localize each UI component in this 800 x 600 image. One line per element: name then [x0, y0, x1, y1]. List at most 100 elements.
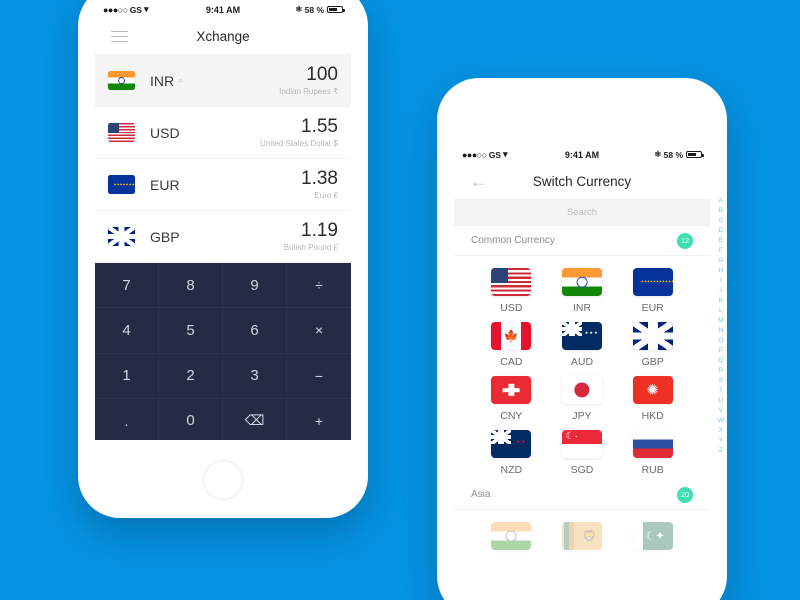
section-title: Asia [471, 489, 491, 500]
currency-option-label: USD [500, 302, 523, 314]
currency-option-cad[interactable]: CAD [476, 322, 547, 368]
currency-row-gbp[interactable]: GBP 1.19 British Pound £ [95, 211, 351, 263]
keypad-key-÷[interactable]: ÷ [287, 263, 351, 309]
alpha-index-E[interactable]: E [719, 236, 723, 246]
location-pin-icon: ⌕ [178, 75, 184, 85]
currency-rate-list: INR ⌕ 100 Indian Rupees ₹ USD 1.55 United Stat… [95, 55, 351, 263]
alpha-index-A[interactable]: A [719, 196, 723, 206]
alpha-index-D[interactable]: D [719, 226, 724, 236]
flag-us-icon [491, 268, 532, 296]
alpha-index-Y[interactable]: Y [719, 436, 723, 446]
flag-ca-icon [491, 322, 532, 350]
keypad-key-5[interactable]: 5 [159, 308, 223, 354]
search-input[interactable]: Search [454, 200, 710, 226]
keypad-key-7[interactable]: 7 [95, 263, 159, 309]
currency-option-eur[interactable]: EUR [617, 268, 688, 314]
currency-name: Euro € [314, 190, 338, 200]
keypad-key-0[interactable]: 0 [159, 398, 223, 440]
alpha-index-Q[interactable]: Q [718, 356, 723, 366]
currency-option-hkd[interactable]: HKD [617, 376, 688, 422]
flag-eu-icon [632, 268, 673, 296]
currency-code: EUR [150, 176, 180, 193]
currency-option-label: SGD [570, 464, 594, 476]
currency-option-nzd[interactable]: NZD [476, 430, 547, 476]
alphabet-index[interactable]: ABCDEFGHIJKLMNOPQRSTUVWXYZ [718, 196, 724, 456]
flag-eu-icon [108, 175, 135, 194]
status-time: 9:41 AM [205, 4, 241, 15]
alpha-index-S[interactable]: S [719, 376, 723, 386]
currency-option-aud[interactable]: AUD [547, 322, 618, 368]
currency-name: United States Dollar $ [260, 138, 338, 148]
currency-option-label: CAD [500, 356, 523, 368]
flag-in-icon [561, 268, 602, 296]
currency-row-usd[interactable]: USD 1.55 United States Dollar $ [95, 107, 351, 159]
signal-dots-icon: ●●●○○ [462, 149, 487, 160]
currency-option-label: EUR [641, 302, 664, 314]
wifi-icon: ▾ [502, 149, 508, 159]
currency-option-gbp[interactable]: GBP [617, 322, 688, 368]
keypad-key-.[interactable]: . [95, 398, 159, 440]
alpha-index-W[interactable]: W [718, 416, 724, 426]
alpha-index-P[interactable]: P [719, 346, 723, 356]
section-header: Common Currency 12 [454, 226, 710, 256]
alpha-index-L[interactable]: L [719, 306, 723, 316]
currency-option-inr[interactable]: INR [547, 268, 618, 314]
keypad-key-6[interactable]: 6 [223, 308, 287, 354]
currency-option-sgd[interactable]: SGD [547, 430, 618, 476]
home-button[interactable] [203, 460, 243, 500]
currency-option-lk[interactable] [547, 522, 618, 556]
currency-option-usd[interactable]: USD [476, 268, 547, 314]
carrier-label: GS [488, 149, 501, 160]
alpha-index-B[interactable]: B [719, 206, 723, 216]
alpha-index-N[interactable]: N [719, 326, 724, 336]
alpha-index-I[interactable]: I [720, 276, 722, 286]
alpha-index-U[interactable]: U [719, 396, 724, 406]
signal-dots-icon: ●●●○○ [103, 4, 128, 15]
currency-option-cny[interactable]: CNY [476, 376, 547, 422]
keypad-key-−[interactable]: − [287, 354, 351, 399]
alpha-index-X[interactable]: X [719, 426, 723, 436]
keypad-key-+[interactable]: + [287, 399, 351, 440]
alpha-index-K[interactable]: K [719, 296, 723, 306]
flag-in-icon [491, 522, 532, 550]
alpha-index-Z[interactable]: Z [719, 446, 723, 456]
keypad-key-2[interactable]: 2 [159, 353, 223, 399]
alpha-index-V[interactable]: V [719, 406, 723, 416]
currency-option-in[interactable] [476, 522, 547, 556]
flag-au-icon [561, 322, 602, 350]
alpha-index-M[interactable]: M [718, 316, 724, 326]
keypad-key-1[interactable]: 1 [95, 353, 159, 399]
alpha-index-G[interactable]: G [718, 256, 723, 266]
left-phone-frame: ●●●○○ GS ▾ 9:41 AM ⚛ 58 % Xchange INR ⌕ 10… [78, 0, 368, 518]
currency-option-pk[interactable] [617, 522, 688, 556]
alpha-index-H[interactable]: H [719, 266, 724, 276]
status-bar-right: ●●●○○ GS ▾ 9:41 AM ⚛ 58 % [454, 145, 710, 164]
currency-code: GBP [150, 228, 180, 245]
currency-option-jpy[interactable]: JPY [547, 376, 618, 422]
currency-option-rub[interactable]: RUB [617, 430, 688, 476]
currency-row-eur[interactable]: EUR 1.38Euro € [95, 159, 351, 211]
currency-option-label: GBP [641, 356, 664, 368]
currency-name: British Pound £ [283, 242, 338, 252]
alpha-index-O[interactable]: O [718, 336, 723, 346]
keypad-key-8[interactable]: 8 [159, 263, 223, 309]
keypad-key-3[interactable]: 3 [223, 353, 287, 399]
currency-code: INR ⌕ [150, 72, 184, 89]
alpha-index-T[interactable]: T [719, 386, 723, 396]
alpha-index-F[interactable]: F [719, 246, 723, 256]
keypad-key-4[interactable]: 4 [95, 308, 159, 354]
keypad-key-9[interactable]: 9 [223, 263, 287, 309]
currency-option-label: RUB [641, 464, 664, 476]
keypad-key-⌫[interactable]: ⌫ [223, 398, 287, 440]
carrier-label: GS [129, 4, 142, 15]
alpha-index-C[interactable]: C [719, 216, 724, 226]
keypad-key-×[interactable]: × [287, 308, 351, 354]
right-phone-frame: ●●●○○ GS ▾ 9:41 AM ⚛ 58 % ← Switch Curre… [437, 78, 727, 600]
currency-row-inr[interactable]: INR ⌕ 100 Indian Rupees ₹ [95, 55, 351, 107]
battery-percent: 58 % [663, 149, 683, 160]
hamburger-icon[interactable] [111, 30, 128, 43]
currency-value: 1.55 [301, 116, 338, 138]
alpha-index-J[interactable]: J [719, 286, 722, 296]
back-arrow-icon[interactable]: ← [470, 173, 487, 190]
alpha-index-R[interactable]: R [719, 366, 724, 376]
